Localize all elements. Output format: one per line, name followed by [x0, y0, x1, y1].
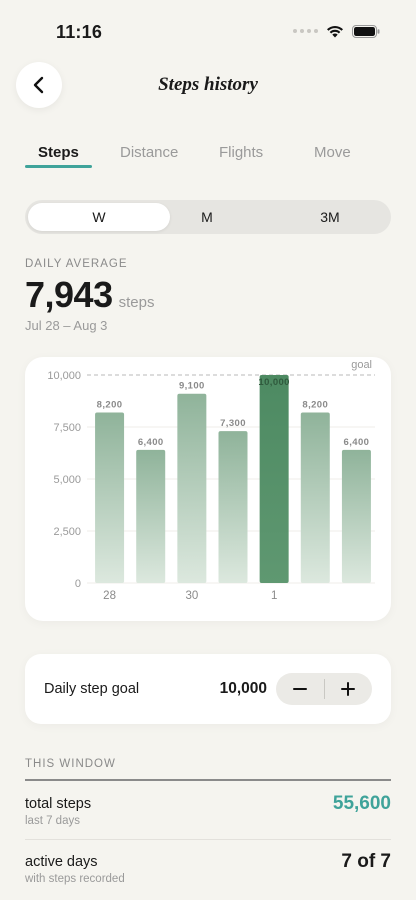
- stat-subtitle: last 7 days: [25, 815, 80, 827]
- wifi-icon: [327, 25, 343, 38]
- tab-move[interactable]: Move: [314, 144, 351, 161]
- daily-average-value: 7,943: [25, 274, 113, 315]
- range-option-3-months[interactable]: 3M: [259, 209, 401, 225]
- y-tick-label: 10,000: [47, 370, 81, 382]
- daily-average: 7,943 steps: [25, 274, 154, 316]
- stat-value: 7 of 7: [341, 851, 391, 872]
- y-tick-label: 0: [75, 578, 81, 590]
- chart-bar: [95, 412, 125, 583]
- stat-value: 55,600: [332, 793, 391, 814]
- x-tick-label: 28: [103, 590, 116, 602]
- decrement-goal-button[interactable]: [276, 673, 324, 705]
- daily-average-label: DAILY AVERAGE: [25, 258, 128, 270]
- battery-icon: [352, 24, 380, 38]
- minus-icon: [293, 688, 307, 690]
- steps-chart-card: 0 2,500 5,000 7,500 10,000 goal 8,200 28 6,400 9,…: [25, 357, 391, 621]
- date-range: Jul 28 – Aug 3: [25, 318, 108, 333]
- active-tab-indicator: [25, 165, 92, 168]
- tab-flights[interactable]: Flights: [219, 144, 263, 161]
- goal-label: goal: [351, 359, 372, 371]
- stat-row-total-steps: total steps last 7 days 55,600: [25, 782, 391, 840]
- bar-value-label: 6,400: [138, 437, 164, 448]
- range-selector: W M 3M: [25, 200, 391, 234]
- x-tick-label: 30: [185, 590, 198, 602]
- bar-value-label: 9,100: [179, 381, 205, 392]
- header: Steps history: [0, 60, 416, 112]
- tab-distance[interactable]: Distance: [120, 144, 178, 161]
- chart-bar: [341, 449, 371, 583]
- daily-goal-card: Daily step goal 10,000: [25, 654, 391, 724]
- daily-goal-label: Daily step goal: [44, 681, 140, 697]
- steps-bar-chart: 0 2,500 5,000 7,500 10,000 goal 8,200 28 6,400 9,…: [47, 359, 375, 602]
- stat-title: total steps: [25, 796, 92, 812]
- stat-title: active days: [25, 854, 98, 870]
- daily-goal-value: 10,000: [219, 680, 267, 697]
- section-divider: [25, 779, 391, 781]
- bar-value-label: 10,000: [258, 377, 289, 388]
- status-bar: 11:16: [0, 0, 416, 56]
- goal-stepper: [276, 673, 372, 705]
- range-option-month[interactable]: M: [136, 209, 278, 225]
- bar-value-label: 7,300: [220, 418, 246, 429]
- y-tick-label: 2,500: [53, 526, 81, 538]
- y-tick-label: 7,500: [53, 422, 81, 434]
- bar-value-label: 6,400: [344, 437, 370, 448]
- daily-average-unit: steps: [118, 294, 155, 311]
- y-tick-label: 5,000: [53, 474, 81, 486]
- stat-subtitle: with steps recorded: [25, 873, 125, 885]
- bar-value-label: 8,200: [97, 399, 123, 410]
- plus-icon: [341, 682, 355, 696]
- cellular-signal-icon: [293, 29, 318, 33]
- x-tick-label: 1: [271, 590, 277, 602]
- status-icons: [293, 24, 380, 38]
- chart-bar: [259, 375, 289, 583]
- stat-row-active-days: active days with steps recorded 7 of 7: [25, 840, 391, 898]
- page-title: Steps history: [158, 74, 258, 95]
- chart-bar: [177, 393, 207, 583]
- window-section-label: THIS WINDOW: [25, 758, 116, 770]
- chart-bar: [300, 412, 330, 583]
- status-time: 11:16: [56, 22, 103, 42]
- bar-value-label: 8,200: [302, 399, 328, 410]
- chart-bar: [218, 431, 248, 583]
- metric-tabs: Steps Distance Flights Move: [25, 140, 391, 170]
- chart-bar: [136, 449, 166, 583]
- increment-goal-button[interactable]: [324, 673, 372, 705]
- tab-steps[interactable]: Steps: [38, 144, 79, 161]
